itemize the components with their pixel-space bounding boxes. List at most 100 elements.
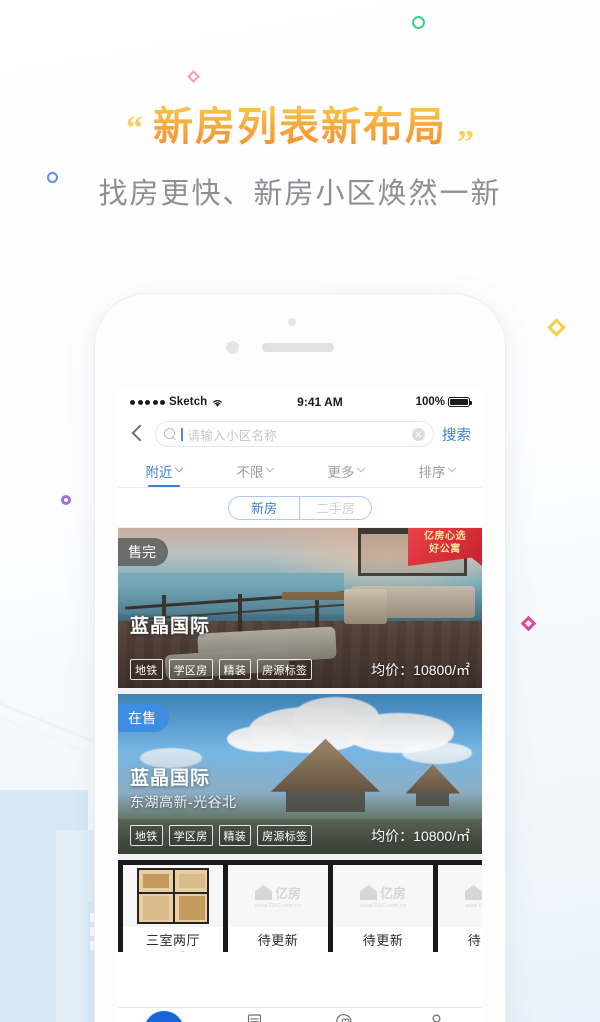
property-tag: 房源标签 bbox=[257, 659, 313, 680]
floorplan-image bbox=[123, 865, 223, 927]
property-price: 均价：10800/㎡ bbox=[371, 826, 470, 846]
chevron-down-icon bbox=[174, 463, 183, 472]
battery-percent: 100% bbox=[415, 396, 445, 408]
earpiece-speaker bbox=[262, 343, 334, 352]
property-title: 蓝晶国际 bbox=[130, 768, 211, 789]
phone-mockup: Sketch 9:41 AM 100% 请输入小区名称 搜索 附近 不限 更多 … bbox=[95, 294, 505, 1022]
list-item[interactable]: 亿房 www.FDC.com.cn 待更新 bbox=[438, 865, 482, 952]
tab-community[interactable]: 社区 bbox=[300, 1013, 391, 1022]
property-tag: 地铁 bbox=[130, 825, 163, 846]
property-tag: 学区房 bbox=[168, 659, 213, 680]
front-camera bbox=[226, 341, 239, 354]
property-tag: 精装 bbox=[218, 825, 252, 846]
table-row[interactable]: 在售 蓝晶国际 东湖高新-光谷北 地铁 学区房 精装 房源标签 均价：10800… bbox=[118, 694, 482, 854]
search-button[interactable]: 搜索 bbox=[442, 424, 471, 445]
floorplan-placeholder: 亿房 www.FDC.com.cn bbox=[333, 865, 433, 927]
floorplan-thumbnail-row[interactable]: 三室两厅 99㎡ 亿房 www.FDC.com.cn 待更新 bbox=[118, 860, 482, 952]
carrier-label: Sketch bbox=[169, 396, 208, 408]
filter-more[interactable]: 更多 bbox=[300, 454, 391, 487]
filter-sort[interactable]: 排序 bbox=[391, 454, 482, 487]
watermark-url: www.FDC.com.cn bbox=[464, 903, 482, 909]
ribbon-line-1: 亿房心选 bbox=[424, 531, 466, 542]
watermark-url: www.FDC.com.cn bbox=[254, 903, 302, 909]
tab-second-hand-houses[interactable]: 二手房 bbox=[300, 497, 371, 519]
tab-home[interactable] bbox=[118, 1011, 209, 1022]
purple-ring-decoration bbox=[61, 495, 71, 505]
watermark-url: www.FDC.com.cn bbox=[359, 903, 407, 909]
property-title: 蓝晶国际 bbox=[130, 616, 211, 637]
brand-house-icon bbox=[254, 885, 272, 900]
status-badge: 售完 bbox=[118, 538, 168, 566]
property-tag: 房源标签 bbox=[257, 825, 313, 846]
wifi-icon bbox=[211, 397, 224, 407]
floorplan-caption: 待更新 bbox=[467, 933, 482, 948]
list-item[interactable]: 三室两厅 99㎡ bbox=[123, 865, 223, 952]
promo-headline: “ 新房列表新布局 ” 找房更快、新房小区焕然一新 bbox=[0, 104, 600, 212]
floorplan-placeholder: 亿房 www.FDC.com.cn bbox=[228, 865, 328, 927]
table-row[interactable]: 售完 亿房心选 好公寓 蓝晶国际 地铁 学区房 精装 房源标签 均价：10800… bbox=[118, 528, 482, 688]
profile-icon bbox=[432, 1014, 441, 1022]
quote-close-mark: ” bbox=[457, 124, 474, 161]
property-tag: 精装 bbox=[218, 659, 252, 680]
property-location: 东湖高新-光谷北 bbox=[130, 794, 237, 810]
floorplan-caption: 待更新 bbox=[362, 933, 404, 948]
price-value: 10800/㎡ bbox=[413, 827, 470, 844]
search-icon bbox=[164, 428, 176, 440]
clear-input-icon[interactable] bbox=[412, 427, 425, 441]
tag-list: 地铁 学区房 精装 房源标签 bbox=[130, 659, 313, 680]
brand-house-icon bbox=[464, 885, 482, 900]
filter-unlimited[interactable]: 不限 bbox=[209, 454, 300, 487]
floorplan-caption: 待更新 bbox=[257, 933, 299, 948]
status-bar: Sketch 9:41 AM 100% bbox=[118, 390, 482, 414]
property-list: 售完 亿房心选 好公寓 蓝晶国际 地铁 学区房 精装 房源标签 均价：10800… bbox=[118, 528, 482, 952]
bottom-navigation: 资讯 社区 我的 bbox=[118, 1007, 482, 1022]
home-icon bbox=[143, 1011, 184, 1022]
proximity-sensor bbox=[288, 318, 296, 326]
green-ring-decoration bbox=[412, 16, 425, 29]
community-heart-icon bbox=[336, 1013, 352, 1022]
phone-top-bezel bbox=[95, 294, 505, 390]
tab-news[interactable]: 资讯 bbox=[209, 1013, 300, 1022]
filter-label: 不限 bbox=[236, 464, 264, 480]
quote-open-mark: “ bbox=[126, 110, 143, 147]
chevron-down-icon bbox=[447, 463, 456, 472]
chevron-down-icon bbox=[356, 463, 365, 472]
floorplan-area: 99㎡ bbox=[161, 949, 184, 952]
search-placeholder: 请输入小区名称 bbox=[187, 428, 278, 443]
chevron-down-icon bbox=[265, 463, 274, 472]
search-input[interactable]: 请输入小区名称 bbox=[155, 421, 434, 447]
price-label: 均价： bbox=[371, 827, 414, 844]
ribbon-line-2: 好公寓 bbox=[429, 543, 461, 555]
list-item[interactable]: 亿房 www.FDC.com.cn 待更新 bbox=[228, 865, 328, 952]
property-tag: 地铁 bbox=[130, 659, 163, 680]
price-label: 均价： bbox=[371, 661, 414, 678]
search-bar: 请输入小区名称 搜索 bbox=[118, 414, 482, 454]
watermark-brand: 亿房 bbox=[379, 886, 406, 901]
signal-dots-icon bbox=[130, 399, 165, 405]
news-icon bbox=[247, 1013, 262, 1022]
text-caret bbox=[181, 427, 183, 441]
floorplan-caption: 三室两厅 bbox=[145, 933, 200, 948]
brand-house-icon bbox=[359, 885, 377, 900]
segmented-control-wrap: 新房 二手房 bbox=[118, 488, 482, 528]
status-time: 9:41 AM bbox=[297, 395, 343, 409]
watermark-brand: 亿房 bbox=[274, 886, 301, 901]
segmented-control: 新房 二手房 bbox=[228, 495, 372, 520]
floorplan-placeholder: 亿房 www.FDC.com.cn bbox=[438, 865, 482, 927]
filter-label: 排序 bbox=[418, 464, 446, 480]
filter-nearby[interactable]: 附近 bbox=[118, 454, 209, 487]
battery-icon bbox=[448, 397, 472, 407]
tab-new-houses[interactable]: 新房 bbox=[229, 496, 300, 519]
tag-list: 地铁 学区房 精装 房源标签 bbox=[130, 825, 313, 846]
list-item[interactable]: 亿房 www.FDC.com.cn 待更新 bbox=[333, 865, 433, 952]
price-value: 10800/㎡ bbox=[413, 661, 470, 678]
filter-bar: 附近 不限 更多 排序 bbox=[118, 454, 482, 488]
back-arrow-icon[interactable] bbox=[129, 423, 147, 445]
page-title: 新房列表新布局 bbox=[153, 105, 447, 149]
filter-label: 附近 bbox=[145, 464, 173, 480]
property-tag: 学区房 bbox=[168, 825, 213, 846]
status-badge: 在售 bbox=[118, 704, 169, 732]
filter-label: 更多 bbox=[327, 464, 355, 480]
phone-screen: Sketch 9:41 AM 100% 请输入小区名称 搜索 附近 不限 更多 … bbox=[118, 390, 482, 1022]
tab-profile[interactable]: 我的 bbox=[391, 1013, 482, 1022]
